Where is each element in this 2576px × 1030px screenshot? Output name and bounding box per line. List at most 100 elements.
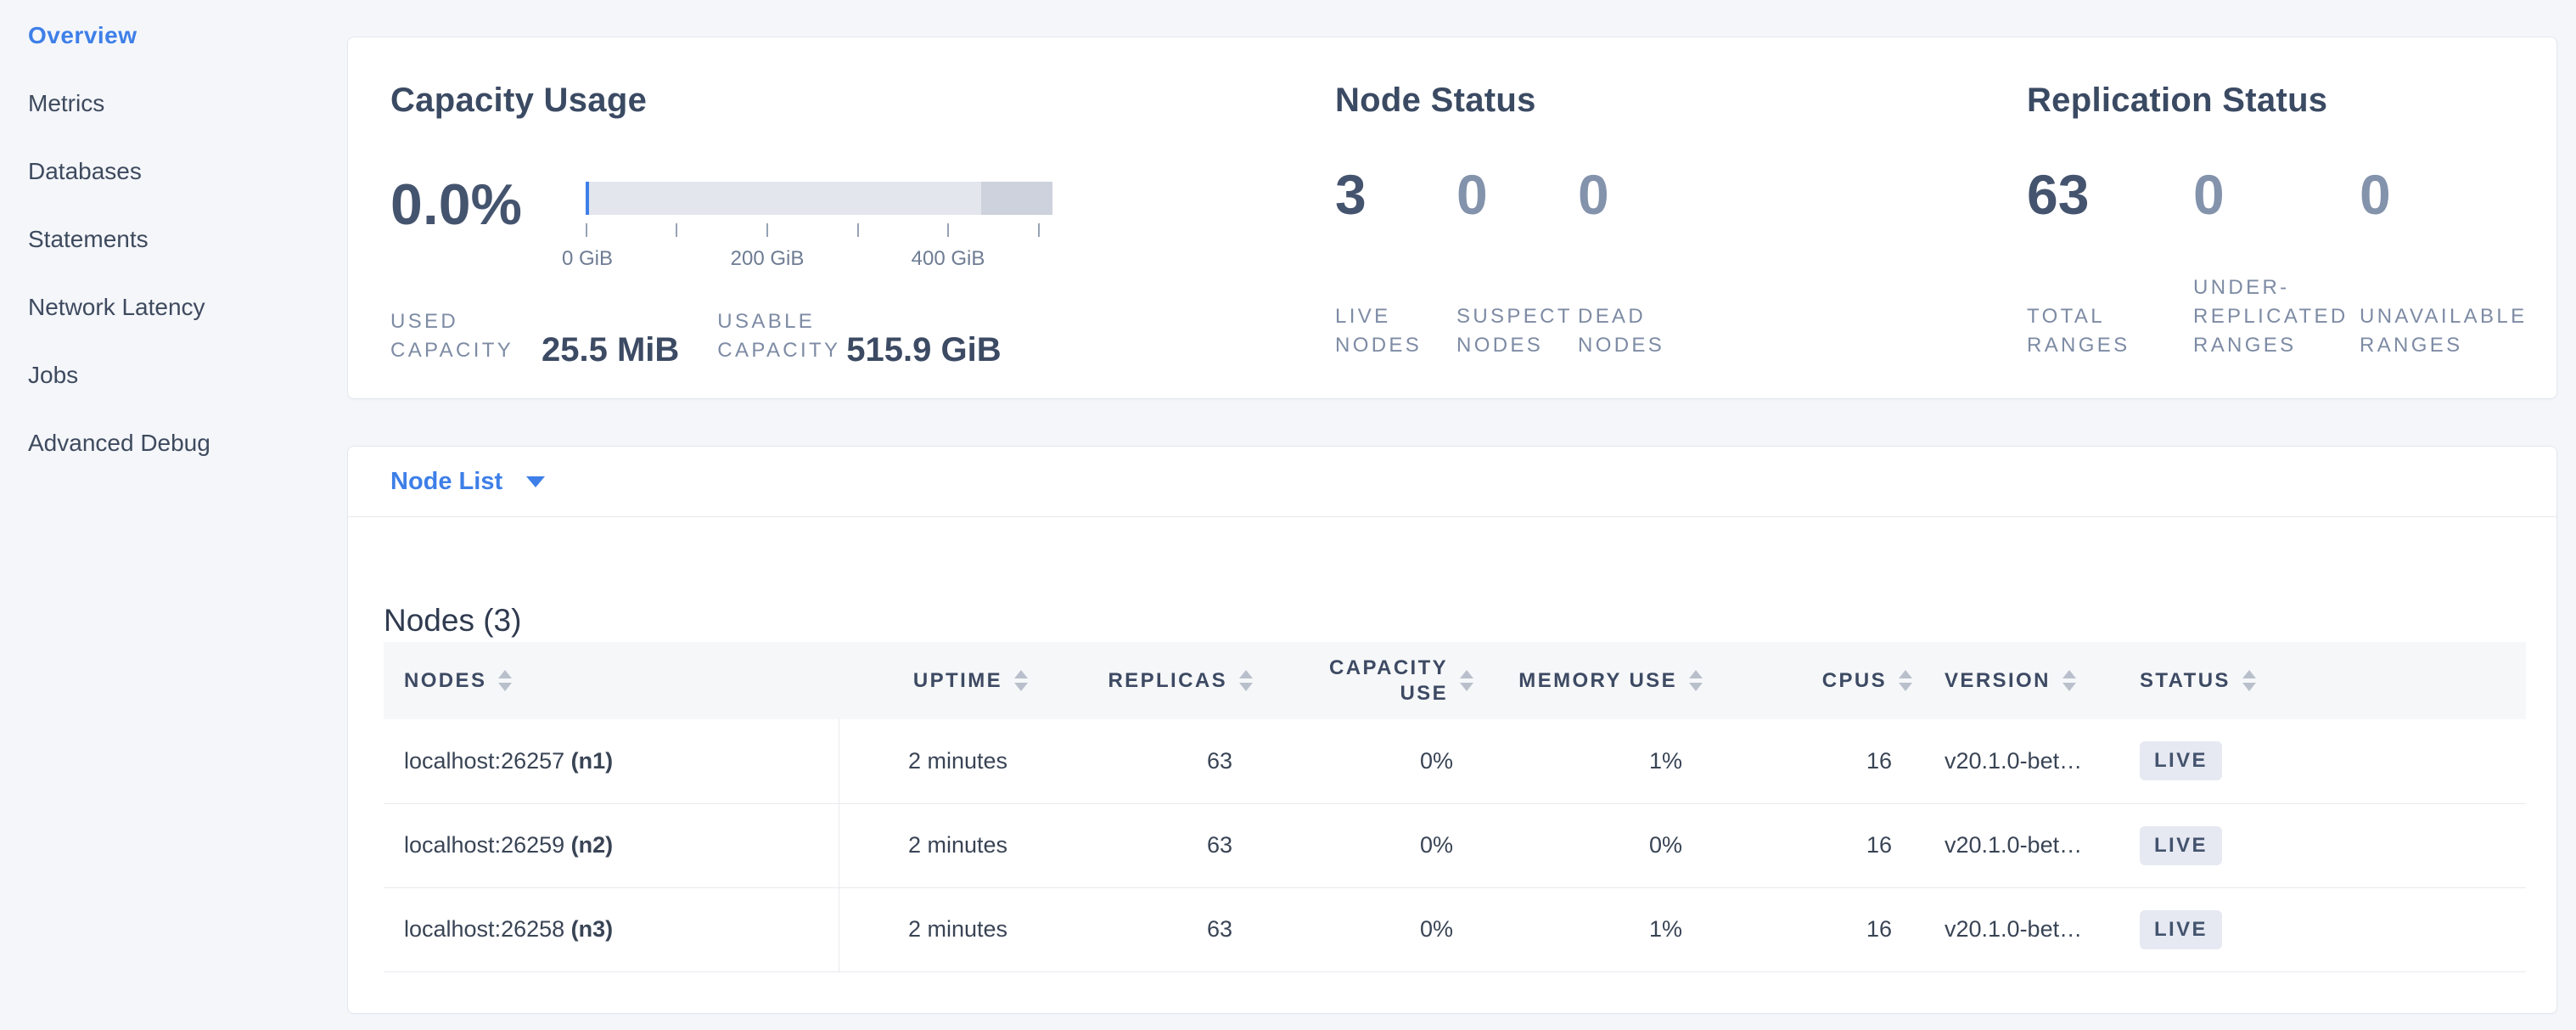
node-status-stats: 3 Live Nodes 0 Suspect Nodes 0 Dead Node… bbox=[1335, 166, 1699, 358]
node-list-card: Node List Nodes (3) Nodes Uptime Replica… bbox=[347, 446, 2557, 1014]
node-address-cell: localhost:26257 (n1) bbox=[384, 719, 839, 803]
column-label: Uptime bbox=[913, 668, 1002, 694]
unavailable-ranges-stat: 0 Unavailable Ranges bbox=[2360, 166, 2526, 360]
uptime-cell: 2 minutes bbox=[839, 887, 1040, 971]
axis-tick bbox=[857, 223, 859, 237]
sort-icon bbox=[1460, 670, 1473, 691]
memory-use-cell: 0% bbox=[1485, 803, 1715, 887]
live-nodes-stat: 3 Live Nodes bbox=[1335, 166, 1456, 360]
suspect-nodes-value: 0 bbox=[1456, 166, 1578, 222]
node-status-title: Node Status bbox=[1335, 82, 1536, 120]
sidebar-item-databases[interactable]: Databases bbox=[28, 155, 142, 189]
sort-icon bbox=[1899, 670, 1912, 691]
under-replicated-ranges-value: 0 bbox=[2193, 166, 2360, 222]
node-list-dropdown[interactable]: Node List bbox=[390, 447, 545, 517]
suspect-nodes-label: Suspect Nodes bbox=[1456, 302, 1567, 360]
unavailable-ranges-value: 0 bbox=[2360, 166, 2526, 222]
status-cell: LIVE bbox=[2119, 887, 2526, 971]
column-label: Nodes bbox=[404, 668, 486, 694]
column-label: CPUs bbox=[1822, 668, 1887, 694]
replicas-cell: 63 bbox=[1040, 803, 1265, 887]
cpus-cell: 16 bbox=[1715, 887, 1924, 971]
axis-label-200: 200 GiB bbox=[731, 247, 805, 271]
column-header-nodes[interactable]: Nodes bbox=[384, 642, 839, 719]
column-label: Replicas bbox=[1108, 668, 1227, 694]
capacity-used-percent: 0.0% bbox=[390, 172, 522, 238]
version-cell: v20.1.0-bet… bbox=[1924, 719, 2119, 803]
cpus-cell: 16 bbox=[1715, 719, 1924, 803]
capacity-bar-tail-segment bbox=[981, 182, 1052, 215]
sidebar-item-jobs[interactable]: Jobs bbox=[28, 358, 78, 392]
suspect-nodes-stat: 0 Suspect Nodes bbox=[1456, 166, 1578, 360]
used-capacity-label: Used Capacity bbox=[390, 307, 542, 365]
table-row-node-1: localhost:26257 (n1) 2 minutes 63 0% 1% … bbox=[384, 719, 2526, 803]
sort-icon bbox=[1239, 670, 1253, 691]
column-header-capacity-use[interactable]: Capacity Use bbox=[1265, 642, 1485, 719]
status-badge: LIVE bbox=[2140, 910, 2222, 949]
version-cell: v20.1.0-bet… bbox=[1924, 803, 2119, 887]
sidebar-item-statements[interactable]: Statements bbox=[28, 222, 149, 256]
memory-use-cell: 1% bbox=[1485, 719, 1715, 803]
node-name: (n1) bbox=[571, 748, 614, 774]
capacity-bar-used-indicator bbox=[586, 182, 589, 215]
used-capacity-value: 25.5 MiB bbox=[542, 331, 679, 369]
sort-icon bbox=[1014, 670, 1028, 691]
column-header-replicas[interactable]: Replicas bbox=[1040, 642, 1265, 719]
node-list-card-header: Node List bbox=[348, 447, 2556, 517]
live-nodes-value: 3 bbox=[1335, 166, 1456, 222]
sidebar-item-network-latency[interactable]: Network Latency bbox=[28, 290, 205, 324]
usable-capacity-label: Usable Capacity bbox=[717, 307, 846, 365]
node-address: localhost:26258 bbox=[404, 916, 564, 942]
capacity-use-cell: 0% bbox=[1265, 719, 1485, 803]
total-ranges-stat: 63 Total Ranges bbox=[2027, 166, 2193, 360]
table-row-node-2: localhost:26259 (n2) 2 minutes 63 0% 0% … bbox=[384, 803, 2526, 887]
sidebar-item-overview[interactable]: Overview bbox=[28, 19, 137, 53]
axis-tick bbox=[947, 223, 949, 237]
capacity-bar-chart bbox=[586, 182, 1052, 215]
sort-icon bbox=[1689, 670, 1703, 691]
total-ranges-label: Total Ranges bbox=[2027, 302, 2137, 360]
table-row-node-3: localhost:26258 (n3) 2 minutes 63 0% 1% … bbox=[384, 887, 2526, 971]
status-badge: LIVE bbox=[2140, 741, 2222, 780]
column-header-memory-use[interactable]: Memory Use bbox=[1485, 642, 1715, 719]
sidebar-item-metrics[interactable]: Metrics bbox=[28, 87, 104, 121]
sort-icon bbox=[2242, 670, 2256, 691]
capacity-use-cell: 0% bbox=[1265, 887, 1485, 971]
column-label: Status bbox=[2140, 668, 2231, 694]
capacity-bar-axis: 0 GiB 200 GiB 400 GiB bbox=[586, 223, 1052, 300]
dead-nodes-label: Dead Nodes bbox=[1578, 302, 1680, 360]
memory-use-cell: 1% bbox=[1485, 887, 1715, 971]
column-header-uptime[interactable]: Uptime bbox=[839, 642, 1040, 719]
replicas-cell: 63 bbox=[1040, 887, 1265, 971]
column-label: Memory Use bbox=[1518, 668, 1677, 694]
total-ranges-value: 63 bbox=[2027, 166, 2193, 222]
capacity-usage-title: Capacity Usage bbox=[390, 82, 647, 120]
node-name: (n2) bbox=[571, 832, 614, 858]
replication-status-title: Replication Status bbox=[2027, 82, 2327, 120]
cluster-summary-card: Capacity Usage 0.0% 0 GiB 200 GiB 400 Gi… bbox=[347, 37, 2557, 399]
capacity-metrics: Used Capacity 25.5 MiB Usable Capacity 5… bbox=[390, 307, 1002, 365]
column-header-cpus[interactable]: CPUs bbox=[1715, 642, 1924, 719]
column-header-version[interactable]: Version bbox=[1924, 642, 2119, 719]
axis-tick bbox=[1038, 223, 1040, 237]
sort-icon bbox=[498, 670, 512, 691]
node-address: localhost:26257 bbox=[404, 748, 564, 774]
nodes-table-header: Nodes Uptime Replicas Capacity Use Memor… bbox=[384, 642, 2526, 719]
column-header-status[interactable]: Status bbox=[2119, 642, 2526, 719]
sidebar-item-advanced-debug[interactable]: Advanced Debug bbox=[28, 426, 210, 460]
dead-nodes-value: 0 bbox=[1578, 166, 1699, 222]
capacity-usage-section: Capacity Usage 0.0% 0 GiB 200 GiB 400 Gi… bbox=[390, 37, 1324, 398]
status-cell: LIVE bbox=[2119, 719, 2526, 803]
axis-tick bbox=[766, 223, 768, 237]
column-label: Version bbox=[1945, 668, 2051, 694]
node-address: localhost:26259 bbox=[404, 832, 564, 858]
node-address-cell: localhost:26259 (n2) bbox=[384, 803, 839, 887]
under-replicated-ranges-label: Under-Replicated Ranges bbox=[2193, 273, 2363, 360]
dead-nodes-stat: 0 Dead Nodes bbox=[1578, 166, 1699, 360]
replicas-cell: 63 bbox=[1040, 719, 1265, 803]
capacity-use-cell: 0% bbox=[1265, 803, 1485, 887]
usable-capacity-value: 515.9 GiB bbox=[846, 331, 1001, 369]
chevron-down-icon bbox=[526, 476, 545, 487]
axis-tick bbox=[586, 223, 587, 237]
under-replicated-ranges-stat: 0 Under-Replicated Ranges bbox=[2193, 166, 2360, 360]
